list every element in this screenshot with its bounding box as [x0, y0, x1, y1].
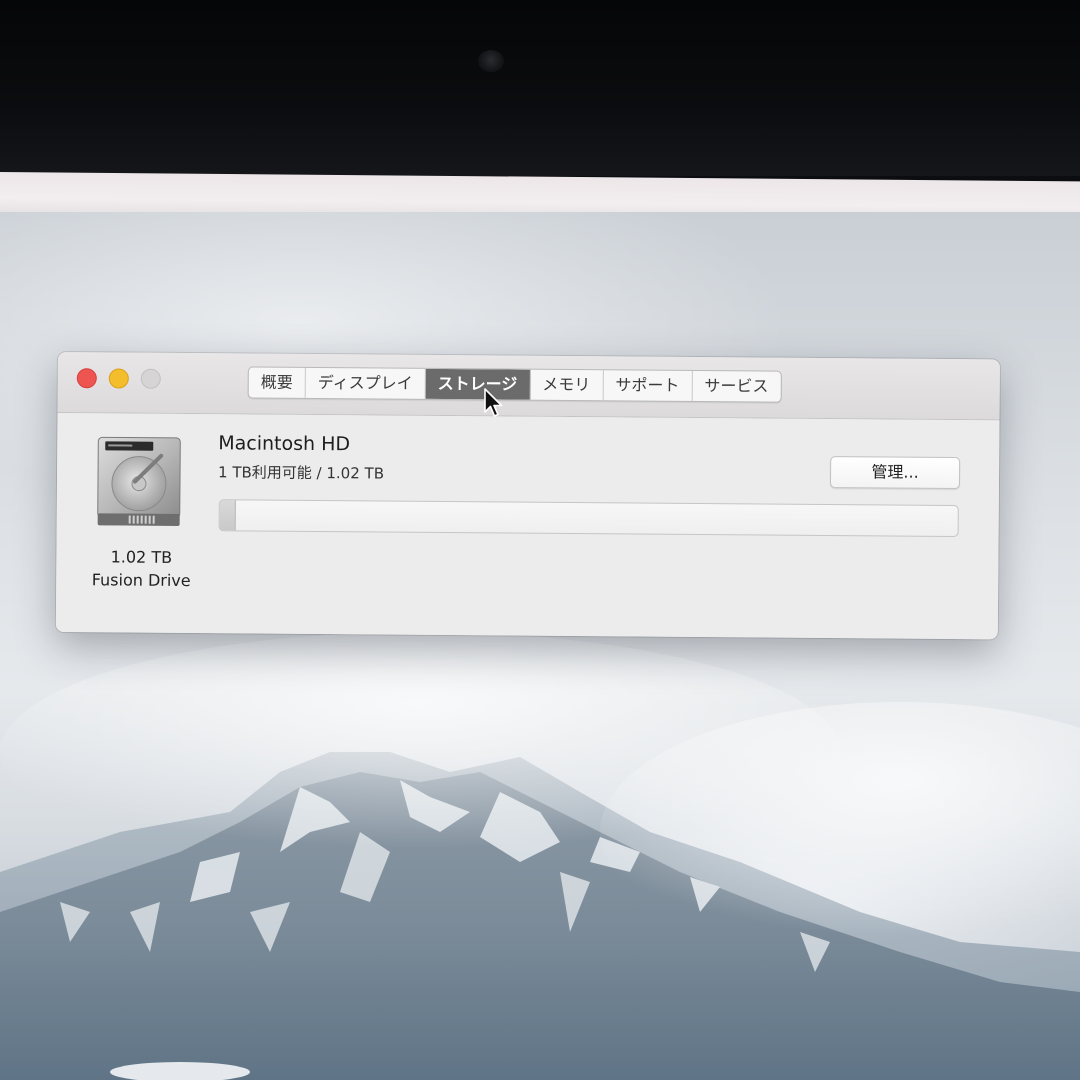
monitor-bezel — [0, 0, 1080, 176]
tab-displays[interactable]: ディスプレイ — [305, 367, 426, 399]
tab-storage[interactable]: ストレージ — [425, 368, 531, 400]
disk-name: Fusion Drive — [91, 570, 191, 591]
mouse-cursor-icon — [484, 388, 503, 417]
photo: 概要 ディスプレイ ストレージ メモリ サポート サービス 1.02 TB Fu… — [0, 0, 1080, 1080]
desktop-wallpaper — [0, 212, 1080, 1080]
tab-memory[interactable]: メモリ — [530, 369, 604, 401]
about-this-mac-window: 概要 ディスプレイ ストレージ メモリ サポート サービス 1.02 TB Fu… — [55, 352, 1000, 640]
manage-button[interactable]: 管理... — [829, 456, 961, 490]
storage-used-segment — [219, 500, 236, 531]
volume-usage: 1 TB利用可能 / 1.02 TB — [217, 463, 385, 483]
disk-size: 1.02 TB — [110, 547, 173, 567]
storage-panel: 1.02 TB Fusion Drive Macintosh HD 1 TB利用… — [55, 412, 1000, 640]
tab-service[interactable]: サービス — [692, 371, 780, 402]
volume-name: Macintosh HD — [218, 432, 351, 456]
tab-overview[interactable]: 概要 — [248, 367, 306, 398]
camera-icon — [478, 50, 504, 72]
zoom-button[interactable] — [140, 368, 161, 389]
title-bar: 概要 ディスプレイ ストレージ メモリ サポート サービス — [57, 352, 1000, 421]
hard-drive-icon — [97, 436, 181, 526]
close-button[interactable] — [76, 368, 97, 389]
minimize-button[interactable] — [108, 368, 129, 389]
tab-bar: 概要 ディスプレイ ストレージ メモリ サポート サービス — [247, 366, 782, 403]
tab-support[interactable]: サポート — [603, 370, 693, 401]
storage-usage-bar — [218, 499, 959, 538]
